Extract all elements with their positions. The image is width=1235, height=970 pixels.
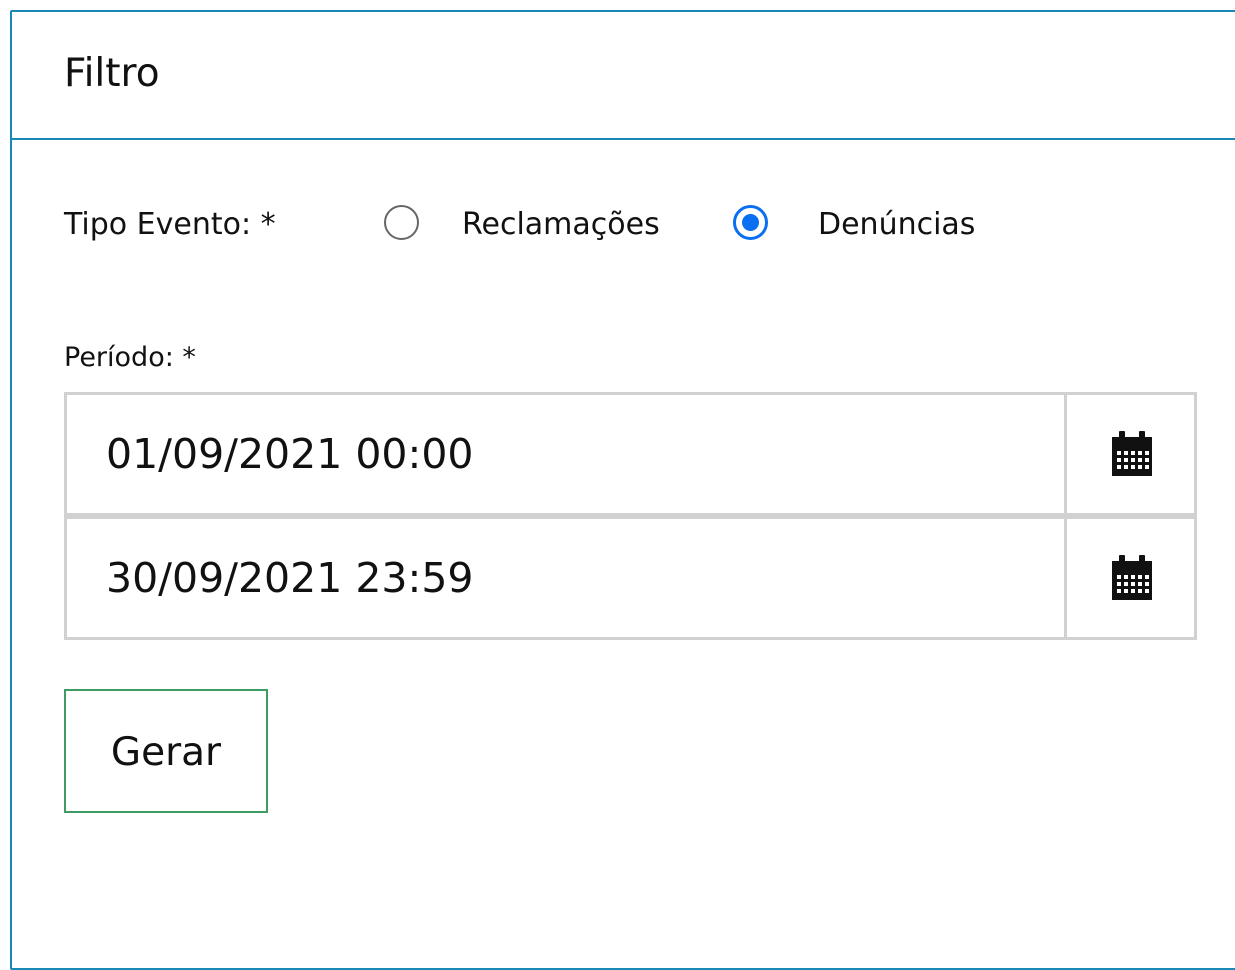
event-type-radio-group: Tipo Evento: * Reclamações Denúncias (12, 202, 1112, 252)
period-label: Período: * (64, 342, 196, 373)
calendar-icon (1112, 555, 1152, 600)
start-calendar-button[interactable] (1070, 395, 1194, 513)
end-date-group (64, 516, 1197, 640)
reclamacoes-radio[interactable] (384, 205, 419, 240)
reclamacoes-radio-label[interactable]: Reclamações (462, 210, 660, 240)
gerar-button[interactable]: Gerar (64, 689, 268, 813)
end-calendar-button[interactable] (1070, 519, 1194, 637)
event-type-label: Tipo Evento: * (64, 207, 276, 242)
end-date-input[interactable] (67, 519, 1067, 637)
start-date-input[interactable] (67, 395, 1067, 513)
denuncias-radio[interactable] (733, 205, 768, 240)
calendar-icon (1112, 431, 1152, 476)
panel-title: Filtro (64, 51, 160, 96)
denuncias-radio-label[interactable]: Denúncias (818, 210, 975, 240)
start-date-group (64, 392, 1197, 516)
filter-panel: Filtro Tipo Evento: * Reclamações Denúnc… (10, 10, 1235, 970)
gerar-button-label: Gerar (110, 729, 222, 775)
panel-header: Filtro (12, 12, 1235, 140)
